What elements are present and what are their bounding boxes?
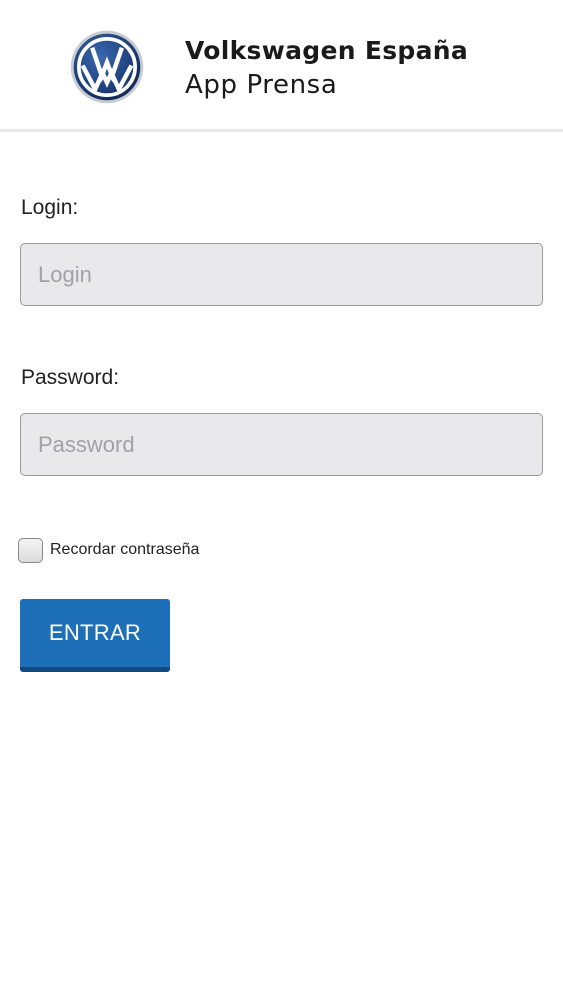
brand-title: Volkswagen España: [185, 36, 469, 65]
password-input[interactable]: [20, 413, 543, 476]
login-label: Login:: [21, 196, 79, 219]
login-submit-button[interactable]: ENTRAR: [20, 599, 170, 672]
password-label: Password:: [21, 366, 120, 389]
app-header: Volkswagen España App Prensa: [0, 0, 563, 132]
remember-password-label[interactable]: Recordar contraseña: [50, 541, 199, 559]
remember-password-checkbox[interactable]: [18, 537, 43, 563]
remember-password-row[interactable]: Recordar contraseña: [18, 536, 199, 564]
login-input[interactable]: [20, 243, 543, 306]
vw-logo-icon: [70, 30, 144, 104]
brand-subtitle: App Prensa: [185, 70, 338, 100]
